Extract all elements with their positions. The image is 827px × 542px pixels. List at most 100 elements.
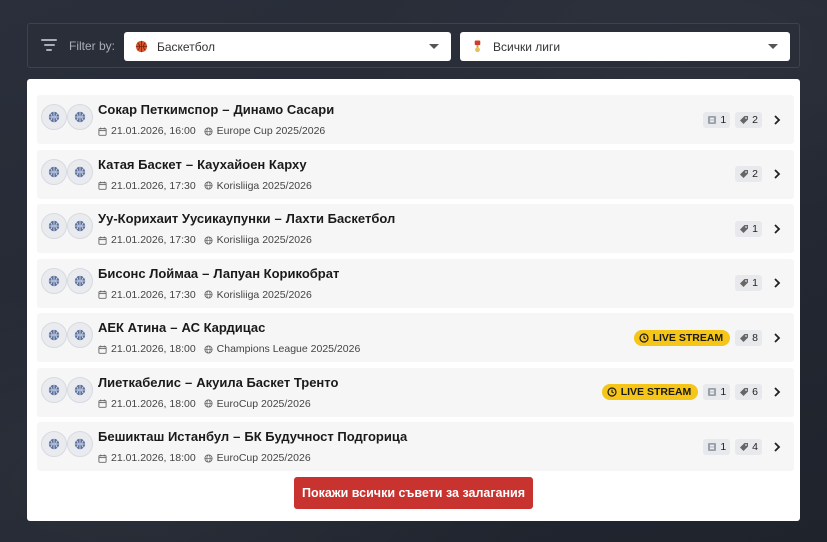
match-datetime: 21.01.2026, 18:00 <box>111 343 196 355</box>
stats-list-icon <box>708 442 717 451</box>
away-team-name: Лапуан Корикобрат <box>213 265 340 281</box>
home-team-name: АЕК Атина <box>98 320 167 335</box>
team-separator: – <box>233 429 241 444</box>
sport-select[interactable]: Баскетбол <box>124 32 451 61</box>
globe-icon <box>204 126 213 136</box>
match-badges: 1 <box>730 204 782 253</box>
league-select-value: Всички лиги <box>493 40 561 54</box>
league-select[interactable]: Всички лиги <box>460 32 790 61</box>
basketball-icon <box>135 40 148 53</box>
team-logos <box>41 267 97 294</box>
match-meta: 21.01.2026, 18:00 EuroCup 2025/2026 <box>98 398 311 410</box>
match-row[interactable]: Уу-Корихаит Уусикаупунки – Лахти Баскетбол… <box>37 204 794 253</box>
tag-icon <box>740 388 749 396</box>
home-team-logo <box>41 322 67 348</box>
away-team-name: БК Будучност Подгорица <box>244 429 408 444</box>
match-row[interactable]: Лиеткабелис – Акуила Баскет Тренто 21.01.20… <box>37 367 794 417</box>
match-badges: LIVE STREAM 8 <box>629 313 782 362</box>
match-title[interactable]: Бисонс Лоймаа – Лапуан Корикобрат <box>98 266 339 281</box>
match-competition: Korisliiga 2025/2026 <box>216 179 312 192</box>
team-separator: – <box>185 374 193 390</box>
match-datetime: 21.01.2026, 17:30 <box>111 234 196 246</box>
tips-count: 2 <box>752 113 758 126</box>
match-row[interactable]: АЕК Атина – АС Кардицас 21.01.2026, 18:00 Ch… <box>37 313 794 362</box>
chevron-right-icon <box>774 223 781 234</box>
tips-badge: 4 <box>735 438 762 455</box>
match-title[interactable]: Сокар Петкимспор – Динамо Сасари <box>98 102 334 117</box>
home-team-name: Лиеткабелис <box>98 374 182 390</box>
home-team-name: Сокар Петкимспор <box>98 102 219 117</box>
team-separator: – <box>222 102 230 117</box>
home-team-name: Катая Баскет <box>98 156 182 172</box>
away-team-name: Динамо Сасари <box>233 102 335 117</box>
match-competition: Korisliiga 2025/2026 <box>216 288 312 301</box>
away-team-logo <box>67 322 93 348</box>
match-row[interactable]: Катая Баскет – Каухайоен Карху 21.01.2026, … <box>37 149 794 199</box>
home-team-logo <box>41 431 67 457</box>
basketball-icon <box>74 220 86 232</box>
tips-badge: 6 <box>735 384 762 400</box>
tips-count: 1 <box>752 222 758 235</box>
chevron-right-icon <box>774 114 781 125</box>
tips-count: 2 <box>752 168 758 180</box>
matches-panel: Сокар Петкимспор – Динамо Сасари 21.01.2026… <box>27 79 800 521</box>
calendar-icon <box>98 454 107 463</box>
match-competition: EuroCup 2025/2026 <box>216 397 311 410</box>
match-row[interactable]: Бисонс Лоймаа – Лапуан Корикобрат 21.01.202… <box>37 258 794 308</box>
stats-badge: 1 <box>703 384 731 400</box>
tag-icon <box>740 442 749 451</box>
calendar-icon <box>98 181 107 190</box>
home-team-name: Бисонс Лоймаа <box>98 265 199 281</box>
match-row[interactable]: Бешикташ Истанбул – БК Будучност Подгорица… <box>37 422 794 471</box>
calendar-icon <box>98 399 107 408</box>
match-badges: 1 <box>730 259 782 308</box>
match-title[interactable]: Бешикташ Истанбул – БК Будучност Подгорица <box>98 429 407 444</box>
globe-icon <box>204 181 213 190</box>
match-datetime: 21.01.2026, 17:30 <box>111 288 196 301</box>
match-meta: 21.01.2026, 17:30 Korisliiga 2025/2026 <box>98 180 312 192</box>
basketball-icon <box>48 166 60 177</box>
match-title[interactable]: Катая Баскет – Каухайоен Карху <box>98 157 307 172</box>
stats-count: 1 <box>720 386 727 398</box>
team-logos <box>41 376 97 403</box>
live-stream-badge[interactable]: LIVE STREAM <box>633 329 731 346</box>
stats-list-icon <box>708 115 717 124</box>
match-title[interactable]: Уу-Корихаит Уусикаупунки – Лахти Баскетбол <box>98 211 395 226</box>
tips-badge: 8 <box>735 329 762 346</box>
match-title[interactable]: АЕК Атина – АС Кардицас <box>98 320 265 335</box>
match-title[interactable]: Лиеткабелис – Акуила Баскет Тренто <box>98 375 338 390</box>
tips-count: 1 <box>752 277 758 289</box>
team-logos <box>41 322 97 348</box>
match-meta: 21.01.2026, 17:30 Korisliiga 2025/2026 <box>98 289 312 301</box>
home-team-name: Бешикташ Истанбул <box>98 429 230 444</box>
match-datetime: 21.01.2026, 18:00 <box>111 452 196 464</box>
home-team-logo <box>41 376 67 403</box>
match-row[interactable]: Сокар Петкимспор – Динамо Сасари 21.01.2026… <box>37 95 794 144</box>
away-team-name: Акуила Баскет Тренто <box>196 374 339 390</box>
team-logos <box>41 158 97 185</box>
tag-icon <box>740 115 749 124</box>
tag-icon <box>740 224 749 233</box>
globe-icon <box>204 235 213 245</box>
basketball-icon <box>48 384 60 395</box>
basketball-icon <box>74 166 86 177</box>
match-competition: EuroCup 2025/2026 <box>216 452 311 464</box>
match-competition: Champions League 2025/2026 <box>216 343 361 355</box>
chevron-right-icon <box>774 387 781 397</box>
tag-icon <box>740 170 749 178</box>
show-all-tips-button[interactable]: Покажи всички съвети за залагания <box>294 477 533 509</box>
away-team-logo <box>67 158 93 185</box>
live-stream-label: LIVE STREAM <box>620 386 692 398</box>
live-stream-badge[interactable]: LIVE STREAM <box>601 384 699 400</box>
chevron-right-icon <box>774 332 781 343</box>
home-team-logo <box>41 267 67 294</box>
basketball-icon <box>48 329 60 341</box>
tag-icon <box>740 279 749 287</box>
match-badges: LIVE STREAM 1 6 <box>597 368 782 417</box>
basketball-icon <box>48 275 60 286</box>
globe-icon <box>204 399 213 408</box>
basketball-icon <box>48 220 60 232</box>
away-team-logo <box>67 104 93 130</box>
match-badges: 12 <box>698 95 782 144</box>
home-team-logo <box>41 104 67 130</box>
